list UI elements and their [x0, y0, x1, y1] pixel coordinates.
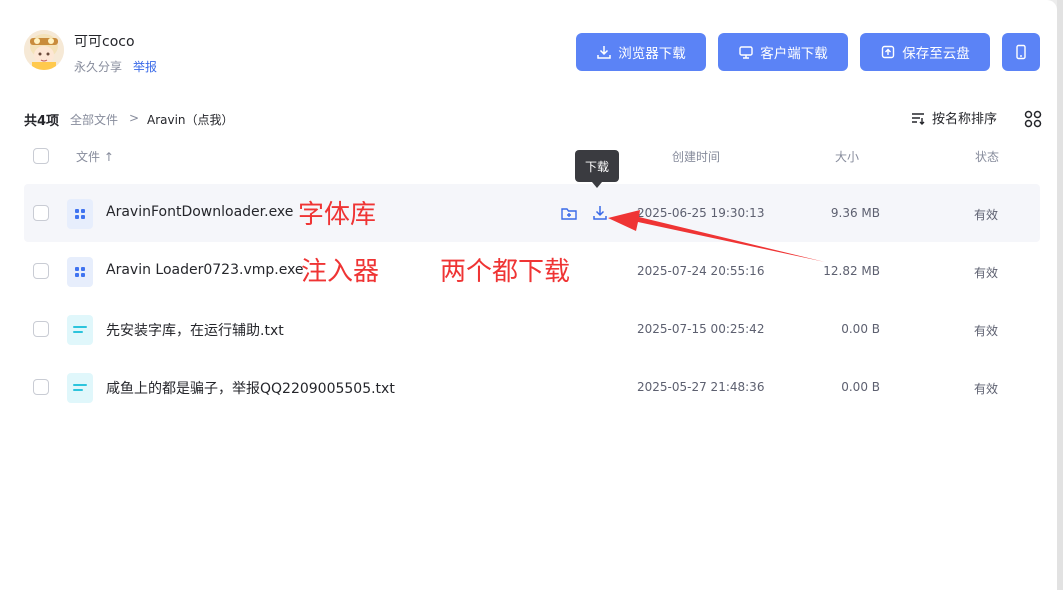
file-status: 有效 — [974, 208, 999, 222]
avatar — [24, 30, 64, 70]
table-row[interactable]: 咸鱼上的都是骗子，举报QQ2209005505.txt 2025-05-27 2… — [24, 358, 1040, 416]
file-name[interactable]: AravinFontDownloader.exe — [106, 204, 293, 220]
text-file-icon — [67, 373, 93, 403]
file-created: 2025-05-27 21:48:36 — [637, 380, 765, 394]
file-name[interactable]: 先安装字库，在运行辅助.txt — [106, 320, 284, 340]
phone-icon — [1016, 44, 1026, 60]
row-checkbox[interactable] — [33, 379, 49, 395]
file-status: 有效 — [974, 266, 999, 280]
file-size: 0.00 B — [841, 380, 880, 394]
file-name[interactable]: 咸鱼上的都是骗子，举报QQ2209005505.txt — [106, 378, 395, 398]
browser-download-button[interactable]: 浏览器下载 — [576, 33, 706, 71]
annotation-arrow — [608, 210, 825, 262]
save-to-cloud-label: 保存至云盘 — [902, 46, 970, 62]
sort-label: 按名称排序 — [932, 112, 998, 127]
breadcrumb-current: Aravin（点我） — [147, 113, 234, 127]
exe-file-icon — [67, 199, 93, 229]
file-status: 有效 — [974, 324, 999, 338]
share-panel: 可可coco 永久分享 举报 浏览器下载 客户端下载 保存至云盘 共4项 全部文… — [0, 0, 1057, 590]
breadcrumb-separator: > — [129, 111, 140, 125]
browser-download-label: 浏览器下载 — [618, 46, 686, 62]
breadcrumb-all-files[interactable]: 全部文件 — [70, 111, 118, 128]
select-all-checkbox[interactable] — [33, 148, 49, 164]
file-created: 2025-07-15 00:25:42 — [637, 322, 765, 336]
cloud-save-icon — [882, 45, 895, 59]
mobile-button[interactable] — [1002, 33, 1040, 71]
client-icon — [739, 46, 753, 59]
column-size[interactable]: 大小 — [835, 148, 859, 165]
table-row[interactable]: 先安装字库，在运行辅助.txt 2025-07-15 00:25:42 0.00… — [24, 300, 1040, 358]
client-download-button[interactable]: 客户端下载 — [718, 33, 848, 71]
column-created[interactable]: 创建时间 — [672, 148, 720, 165]
row-checkbox[interactable] — [33, 205, 49, 221]
client-download-label: 客户端下载 — [760, 46, 828, 62]
annotation-font-library: 字体库 — [298, 200, 377, 230]
save-to-cloud-button[interactable]: 保存至云盘 — [860, 33, 990, 71]
item-count: 共4项 — [24, 114, 60, 129]
row-checkbox[interactable] — [33, 263, 49, 279]
sort-button[interactable]: 按名称排序 — [910, 108, 997, 127]
download-tooltip: 下载 — [575, 150, 619, 188]
row-checkbox[interactable] — [33, 321, 49, 337]
file-status: 有效 — [974, 382, 999, 396]
save-to-folder-icon[interactable] — [560, 204, 578, 222]
text-file-icon — [67, 315, 93, 345]
column-name[interactable]: 文件 ↑ — [76, 148, 114, 165]
table-row[interactable]: AravinFontDownloader.exe 2025-06-25 19:3… — [24, 184, 1040, 242]
report-link[interactable]: 举报 — [133, 58, 157, 75]
file-name[interactable]: Aravin Loader0723.vmp.exe — [106, 262, 304, 278]
column-status: 状态 — [975, 150, 1000, 164]
file-size: 0.00 B — [841, 322, 880, 336]
annotation-injector: 注入器 — [301, 257, 380, 287]
exe-file-icon — [67, 257, 93, 287]
scrollbar[interactable] — [1057, 0, 1063, 590]
sort-icon — [912, 112, 925, 125]
grid-view-icon[interactable] — [1024, 110, 1042, 128]
owner-name: 可可coco — [74, 34, 135, 50]
annotation-download-both: 两个都下载 — [440, 257, 571, 287]
share-type: 永久分享 — [74, 60, 123, 74]
download-icon — [597, 46, 611, 59]
